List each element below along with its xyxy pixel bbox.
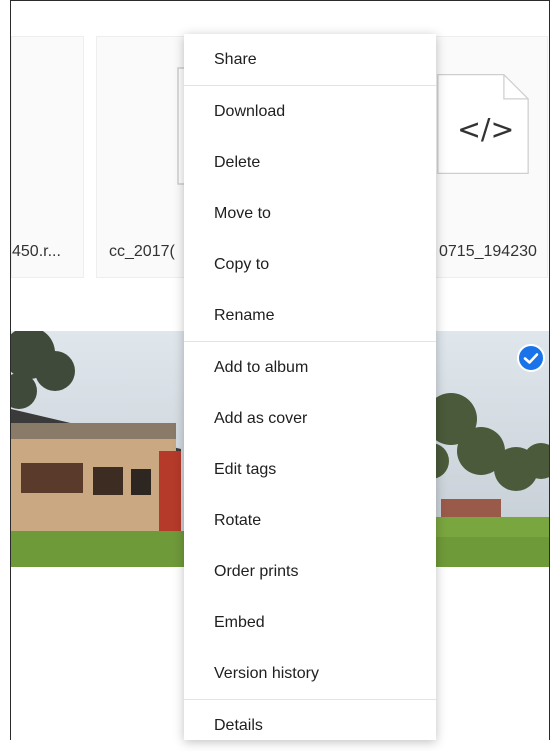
menu-item-download[interactable]: Download [184, 86, 436, 137]
code-file-icon: </> [437, 74, 529, 174]
menu-item-rotate[interactable]: Rotate [184, 495, 436, 546]
file-name: 450.r... [12, 243, 61, 260]
file-tile[interactable]: 450.r... [11, 36, 84, 278]
file-tile[interactable]: </> 0715_194230 [420, 36, 548, 278]
menu-item-order-prints[interactable]: Order prints [184, 546, 436, 597]
menu-item-edit-tags[interactable]: Edit tags [184, 444, 436, 495]
menu-item-rename[interactable]: Rename [184, 290, 436, 341]
context-menu: Share Download Delete Move to Copy to Rename A… [184, 34, 436, 740]
menu-item-add-as-cover[interactable]: Add as cover [184, 393, 436, 444]
code-glyph: </> [457, 113, 514, 146]
menu-item-add-to-album[interactable]: Add to album [184, 342, 436, 393]
menu-item-embed[interactable]: Embed [184, 597, 436, 648]
menu-item-details[interactable]: Details [184, 700, 436, 751]
menu-item-share[interactable]: Share [184, 34, 436, 85]
menu-item-copy-to[interactable]: Copy to [184, 239, 436, 290]
file-tile[interactable]: cc_2017( [96, 36, 269, 278]
menu-item-move-to[interactable]: Move to [184, 188, 436, 239]
menu-item-version-history[interactable]: Version history [184, 648, 436, 699]
file-name: 0715_194230 [439, 243, 537, 260]
menu-item-delete[interactable]: Delete [184, 137, 436, 188]
selected-check-icon[interactable] [517, 344, 545, 372]
